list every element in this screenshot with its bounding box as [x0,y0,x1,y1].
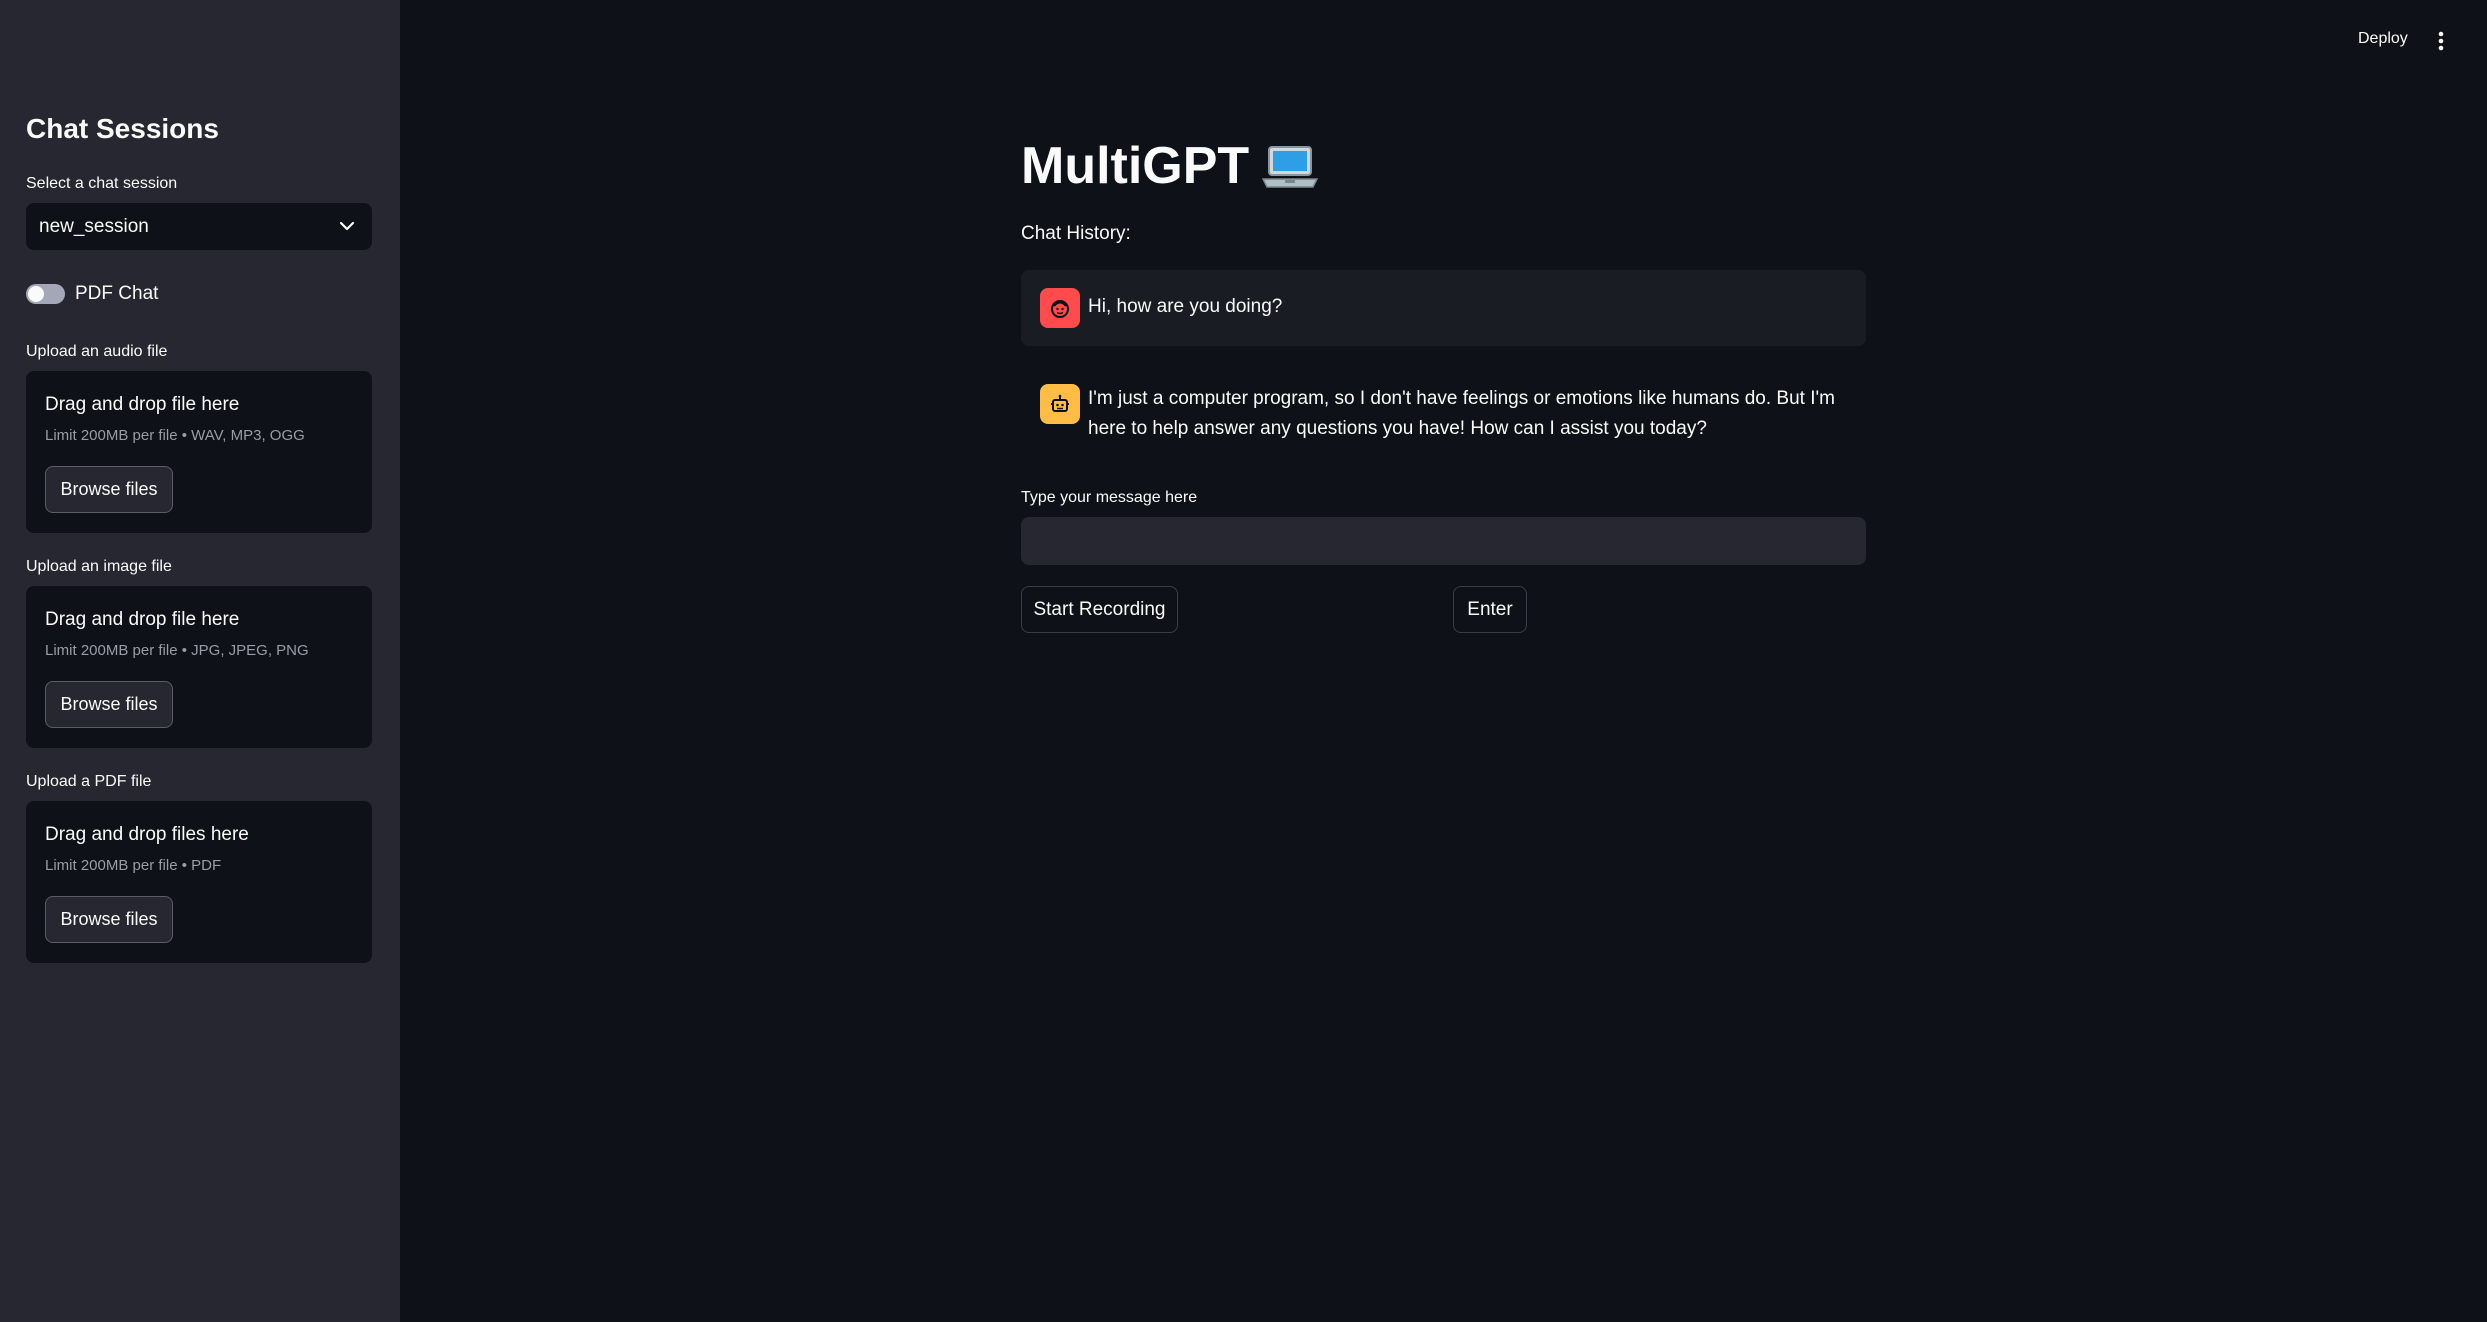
image-dropzone-text: Drag and drop file here [45,609,240,630]
chat-message-user: Hi, how are you doing? [1021,270,1866,346]
session-select[interactable]: new_session [26,203,372,250]
session-select-value: new_session [39,215,149,237]
chat-history-label: Chat History: [1021,223,1131,244]
deploy-button[interactable]: Deploy [2358,30,2408,48]
audio-dropzone-text: Drag and drop file here [45,394,240,415]
user-face-icon [1051,300,1069,318]
image-upload-label: Upload an image file [26,558,172,575]
pdf-chat-toggle-label: PDF Chat [75,283,159,304]
audio-dropzone-limit: Limit 200MB per file • WAV, MP3, OGG [45,427,305,444]
chat-message-assistant: I'm just a computer program, so I don't … [1021,364,1866,454]
sidebar-title: Chat Sessions [26,113,219,144]
assistant-avatar [1040,384,1080,424]
kebab-menu-icon[interactable] [2436,30,2446,52]
message-input-label: Type your message here [1021,489,1198,506]
audio-upload-label: Upload an audio file [26,343,168,360]
session-select-label: Select a chat session [26,175,178,192]
sidebar: Chat Sessions Select a chat session new_… [0,0,400,1322]
chat-message-text: I'm just a computer program, so I don't … [1088,388,1835,439]
chevron-down-icon [339,221,355,231]
laptop-icon [1261,146,1319,188]
robot-icon [1051,394,1069,412]
image-dropzone[interactable]: Drag and drop file here Limit 200MB per … [26,586,372,748]
page-title-row: MultiGPT [1021,136,1319,196]
start-recording-button[interactable]: Start Recording [1021,586,1178,633]
pdf-browse-button[interactable]: Browse files [45,896,173,943]
pdf-dropzone-limit: Limit 200MB per file • PDF [45,857,222,874]
image-browse-button[interactable]: Browse files [45,681,173,728]
chat-message-text: Hi, how are you doing? [1088,296,1283,317]
page-title: MultiGPT [1021,137,1250,195]
audio-browse-button[interactable]: Browse files [45,466,173,513]
pdf-upload-label: Upload a PDF file [26,773,152,790]
pdf-dropzone-text: Drag and drop files here [45,824,249,845]
image-dropzone-limit: Limit 200MB per file • JPG, JPEG, PNG [45,642,309,659]
pdf-chat-toggle[interactable] [26,284,65,304]
enter-button[interactable]: Enter [1453,586,1527,633]
message-input[interactable] [1021,517,1866,565]
pdf-chat-toggle-row[interactable]: PDF Chat [26,283,158,305]
user-avatar [1040,288,1080,328]
pdf-dropzone[interactable]: Drag and drop files here Limit 200MB per… [26,801,372,963]
audio-dropzone[interactable]: Drag and drop file here Limit 200MB per … [26,371,372,533]
